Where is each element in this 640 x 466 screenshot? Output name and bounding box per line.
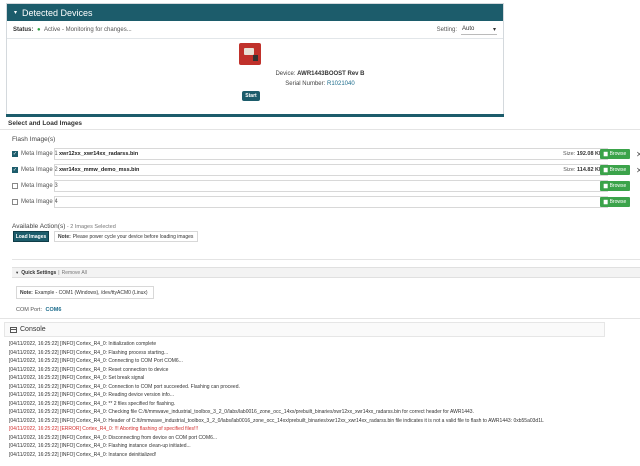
log-line: [04/11/2022, 16:25:22] [INFO] Cortex_R4_… xyxy=(9,400,176,407)
meta-image-4-browse-button[interactable]: ▆ Browse xyxy=(600,197,630,207)
meta-image-1-remove-icon[interactable]: ✕ xyxy=(636,150,640,159)
browse-label: Browse xyxy=(609,167,627,173)
meta-image-3-checkbox[interactable] xyxy=(12,183,18,189)
serial-info: Serial Number: R1021040 xyxy=(0,81,640,87)
divider xyxy=(12,259,640,260)
quick-settings-title: Quick Settings xyxy=(21,269,57,276)
available-actions-label: Available Action(s) xyxy=(12,223,66,230)
status-bar: Status: ● Active - Monitoring for change… xyxy=(7,21,503,39)
meta-image-row-3: Meta Image 3 ▆ Browse xyxy=(12,180,640,192)
device-value: AWR1443BOOST Rev B xyxy=(297,71,365,77)
log-line: [04/11/2022, 16:25:22] [INFO] Cortex_R4_… xyxy=(9,375,145,381)
caret-down-icon: ▾ xyxy=(16,269,19,275)
com-port-label: COM Port: xyxy=(16,307,42,313)
device-label: Device: xyxy=(275,71,296,77)
setting-label: Setting: xyxy=(436,26,457,33)
browse-label: Browse xyxy=(609,199,627,205)
log-line: [04/11/2022, 16:25:22] [INFO] Cortex_R4_… xyxy=(9,358,183,364)
log-line: [04/11/2022, 16:25:22] [INFO] Cortex_R4_… xyxy=(9,434,218,441)
meta-image-4-file-field[interactable] xyxy=(54,196,608,208)
log-line-error: [04/11/2022, 16:25:22] [ERROR] Cortex_R4… xyxy=(9,426,199,432)
meta-image-2-checkbox[interactable]: ✓ xyxy=(12,167,18,173)
serial-value: R1021040 xyxy=(326,81,355,87)
log-line: [04/11/2022, 16:25:22] [INFO] Cortex_R4_… xyxy=(9,417,544,424)
status-text: Status: ● Active - Monitoring for change… xyxy=(13,27,132,33)
chevron-down-icon: ▾ xyxy=(492,26,496,33)
caret-down-icon: ▾ xyxy=(14,10,18,16)
meta-image-row-2: ✓ Meta Image 2 xwr14xx_mmw_demo_mss.bin … xyxy=(12,164,640,176)
status-dot-icon: ● xyxy=(37,26,41,33)
load-images-button[interactable]: Load Images xyxy=(13,231,49,242)
remove-all-link[interactable]: Remove All xyxy=(62,270,87,276)
separator: | xyxy=(58,269,60,276)
meta-image-2-size: Size: 114.82 KB xyxy=(563,167,603,173)
divider xyxy=(0,318,640,319)
device-info: Device: AWR1443BOOST Rev B xyxy=(0,71,640,77)
console-title: Console xyxy=(20,326,46,333)
device-board-image xyxy=(239,43,261,65)
log-line: [04/11/2022, 16:25:22] [INFO] Cortex_R4_… xyxy=(9,392,175,398)
setting-select[interactable]: Auto ▾ xyxy=(461,25,497,35)
meta-image-3-file-field[interactable] xyxy=(54,180,608,192)
note-label: Note: xyxy=(58,233,71,240)
detected-devices-title: Detected Devices xyxy=(22,7,93,18)
detected-devices-header[interactable]: ▾ Detected Devices xyxy=(7,4,503,21)
setting-group: Setting: Auto ▾ xyxy=(437,25,497,35)
section-divider xyxy=(6,114,504,117)
note-text: Example - COM1 (Windows), /dev/ttyACM0 (… xyxy=(34,289,148,296)
log-line: [04/11/2022, 16:25:22] [INFO] Cortex_R4_… xyxy=(9,409,474,415)
log-line: [04/11/2022, 16:25:22] [INFO] Cortex_R4_… xyxy=(9,366,169,373)
flash-images-label: Flash Image(s) xyxy=(12,136,56,143)
log-line: [04/11/2022, 16:25:22] [INFO] Cortex_R4_… xyxy=(9,349,169,356)
log-line: [04/11/2022, 16:25:22] [INFO] Cortex_R4_… xyxy=(9,383,240,390)
meta-image-2-remove-icon[interactable]: ✕ xyxy=(636,166,640,175)
setting-value: Auto xyxy=(462,26,475,32)
size-label: Size: xyxy=(562,151,576,157)
meta-image-1-checkbox[interactable]: ✓ xyxy=(12,151,18,157)
log-line: [04/11/2022, 16:25:22] [INFO] Cortex_R4_… xyxy=(9,443,191,449)
meta-image-row-1: ✓ Meta Image 1 xwr12xx_xwr14xx_radarss.b… xyxy=(12,148,640,160)
log-line: [04/11/2022, 16:25:22] [INFO] Cortex_R4_… xyxy=(9,341,157,347)
divider xyxy=(0,129,640,130)
folder-icon: ▆ xyxy=(603,167,608,173)
console-log: [04/11/2022, 16:25:22] [INFO] Cortex_R4_… xyxy=(9,340,634,459)
console-icon xyxy=(10,326,17,333)
serial-label: Serial Number: xyxy=(285,81,326,87)
folder-icon: ▆ xyxy=(603,183,608,189)
note-text: Please power cycle your device before lo… xyxy=(72,233,194,240)
meta-image-4-checkbox[interactable] xyxy=(12,199,18,205)
meta-image-1-file-field[interactable]: xwr12xx_xwr14xx_radarss.bin Size: 192.08… xyxy=(54,148,608,160)
size-label: Size: xyxy=(563,167,576,173)
images-selected-count: - 2 Images Selected xyxy=(65,224,116,230)
folder-icon: ▆ xyxy=(603,151,608,157)
com-port-setting: COM Port: COM6 xyxy=(16,307,61,313)
meta-image-1-size: Size: 192.08 KB xyxy=(563,151,603,157)
meta-image-1-filename: xwr12xx_xwr14xx_radarss.bin xyxy=(59,151,139,157)
console-header[interactable]: Console xyxy=(4,322,605,337)
start-button[interactable]: Start xyxy=(242,91,260,101)
com-port-value[interactable]: COM6 xyxy=(46,307,62,313)
log-line: [04/11/2022, 16:25:22] [INFO] Cortex_R4_… xyxy=(9,451,157,458)
meta-image-2-filename: xwr14xx_mmw_demo_mss.bin xyxy=(59,167,140,173)
meta-image-2-file-field[interactable]: xwr14xx_mmw_demo_mss.bin Size: 114.82 KB xyxy=(54,164,608,176)
browse-label: Browse xyxy=(609,151,627,157)
status-value: Active - Monitoring for changes... xyxy=(43,26,132,33)
note-label: Note: xyxy=(20,289,33,296)
status-label: Status: xyxy=(13,26,34,33)
power-cycle-note: Note: Please power cycle your device bef… xyxy=(54,231,198,242)
quick-settings-header[interactable]: ▾ Quick Settings | Remove All xyxy=(12,267,640,278)
browse-label: Browse xyxy=(609,183,627,189)
com-port-note: Note: Example - COM1 (Windows), /dev/tty… xyxy=(16,286,154,299)
meta-image-row-4: Meta Image 4 ▆ Browse xyxy=(12,196,640,208)
folder-icon: ▆ xyxy=(603,199,608,205)
meta-image-2-browse-button[interactable]: ▆ Browse xyxy=(600,165,630,175)
meta-image-3-browse-button[interactable]: ▆ Browse xyxy=(600,181,630,191)
available-actions: Available Action(s) - 2 Images Selected xyxy=(12,223,116,230)
select-load-title: Select and Load Images xyxy=(8,120,83,127)
meta-image-1-browse-button[interactable]: ▆ Browse xyxy=(600,149,630,159)
